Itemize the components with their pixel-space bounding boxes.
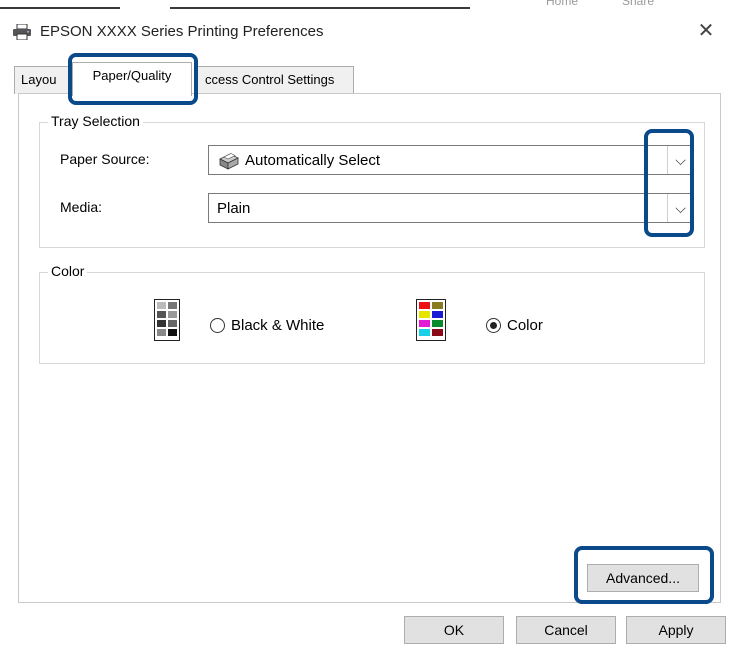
tray-selection-group: Tray Selection Paper Source: Automatical… — [39, 113, 705, 248]
paper-source-label: Paper Source: — [60, 151, 150, 167]
radio-button[interactable] — [210, 318, 225, 333]
tab-access-control-settings[interactable]: ccess Control Settings — [194, 66, 354, 94]
background-home-text: Home — [546, 0, 579, 8]
grayscale-palette-icon — [154, 299, 180, 344]
media-label: Media: — [60, 199, 103, 215]
close-icon[interactable]: ✕ — [693, 18, 719, 44]
media-value: Plain — [217, 200, 251, 217]
paper-source-select[interactable]: Automatically Select ⌵ — [208, 145, 694, 175]
color-palette-icon — [416, 299, 446, 344]
cancel-button[interactable]: Cancel — [516, 616, 616, 644]
background-divider — [170, 7, 470, 9]
color-group: Color Black & White Color — [39, 263, 705, 364]
background-share-text: Share — [622, 0, 655, 8]
media-select[interactable]: Plain ⌵ — [208, 193, 694, 223]
tray-selection-legend: Tray Selection — [48, 113, 143, 129]
background-divider — [0, 7, 120, 9]
chevron-down-icon[interactable]: ⌵ — [667, 146, 693, 174]
black-white-radio[interactable]: Black & White — [210, 317, 324, 334]
tab-paper-quality[interactable]: Paper/Quality — [72, 62, 192, 96]
color-legend: Color — [48, 263, 88, 279]
black-white-label: Black & White — [231, 317, 325, 334]
paper-source-value: Automatically Select — [245, 152, 381, 169]
tab-layout[interactable]: Layou — [14, 66, 70, 94]
printer-icon — [12, 23, 32, 41]
window-title: EPSON XXXX Series Printing Preferences — [40, 23, 324, 40]
color-option-label: Color — [507, 317, 543, 334]
background-window-strip: Home Share — [0, 0, 729, 9]
radio-button-selected[interactable] — [486, 318, 501, 333]
title-bar: EPSON XXXX Series Printing Preferences ✕ — [0, 14, 729, 50]
advanced-button[interactable]: Advanced... — [587, 564, 699, 592]
printer-tray-icon — [217, 151, 241, 171]
tab-panel-paper-quality: Tray Selection Paper Source: Automatical… — [18, 93, 721, 603]
chevron-down-icon[interactable]: ⌵ — [667, 194, 693, 222]
ok-button[interactable]: OK — [404, 616, 504, 644]
apply-button[interactable]: Apply — [626, 616, 726, 644]
color-radio[interactable]: Color — [486, 317, 543, 334]
